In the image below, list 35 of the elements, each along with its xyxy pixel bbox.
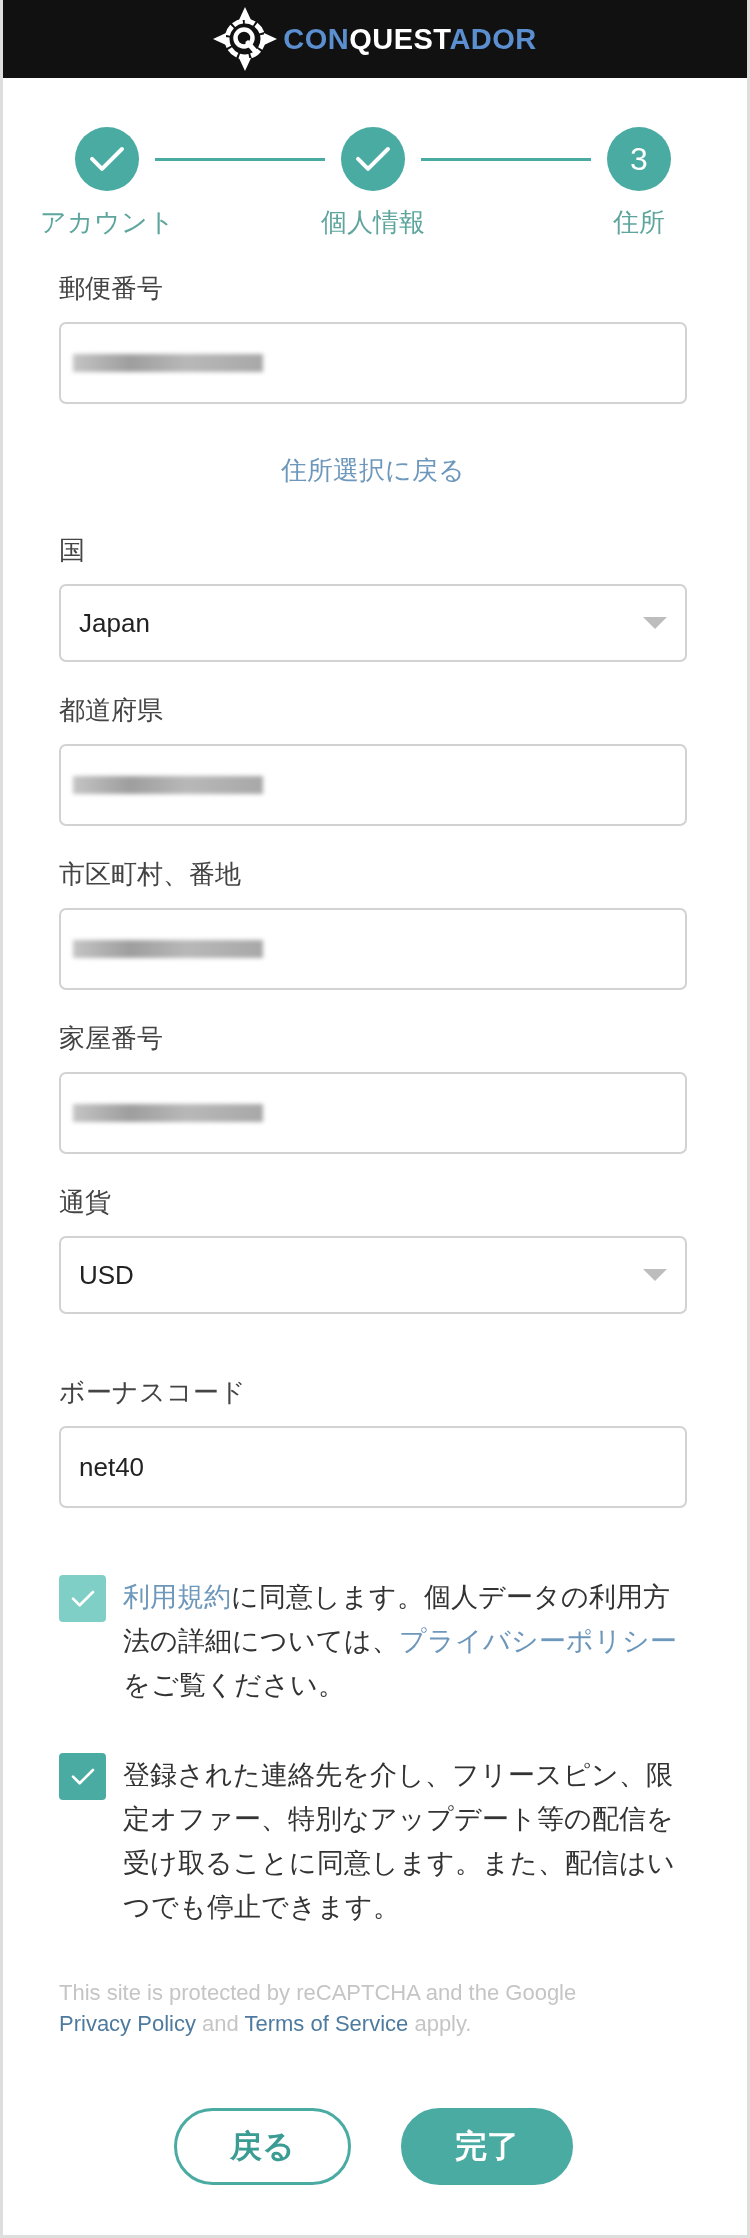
text-field[interactable] (59, 744, 687, 826)
check-icon (355, 146, 391, 172)
step-label: アカウント (38, 206, 176, 239)
check-icon (89, 146, 125, 172)
logo-text: CONQUESTADOR (283, 22, 537, 56)
recaptcha-notice: This site is protected by reCAPTCHA and the Google Privacy Policy and Terms of Service apply. (59, 1979, 578, 2038)
text-field[interactable] (59, 1072, 687, 1154)
back-to-address-link[interactable]: 住所選択に戻る (281, 452, 465, 488)
inline-link[interactable]: Terms of Service (244, 2011, 409, 2036)
consent-text: 登録された連絡先を介し、フリースピン、限定オファー、特別なアップデート等の配信を受け取ることに同意します。また、配信はいつでも停止できます。 (123, 1759, 676, 1924)
select-field[interactable]: Japan (59, 584, 687, 662)
text-field[interactable] (59, 322, 687, 404)
field-label: 市区町村、番地 (59, 858, 242, 891)
field-label: 通貨 (59, 1186, 112, 1219)
consent-text: 利用規約に同意します。個人データの利用方法の詳細については、プライバシーポリシー をご覧ください。 (123, 1581, 678, 1702)
field-label: 都道府県 (59, 694, 164, 727)
text-field[interactable]: net40 (59, 1426, 687, 1508)
finish-button[interactable]: 完了 (400, 2108, 573, 2185)
checkbox[interactable] (59, 1753, 106, 1800)
step-label: 個人情報 (320, 206, 426, 239)
field-label: 家屋番号 (59, 1022, 164, 1055)
caret-icon (643, 617, 667, 629)
select-field[interactable]: USD (59, 1236, 687, 1314)
check-icon (70, 1767, 95, 1786)
field-label: 国 (59, 534, 86, 567)
caret-icon (643, 1269, 667, 1281)
field-label: 郵便番号 (59, 272, 164, 305)
step-label: 住所 (612, 206, 666, 239)
inline-link[interactable]: Privacy Policy (59, 2011, 196, 2036)
compass-logo-icon (213, 7, 278, 71)
step-circle: 3 (607, 127, 671, 191)
text-field[interactable] (59, 908, 687, 990)
back-button[interactable]: 戻る (173, 2108, 351, 2185)
field-label: ボーナスコード (59, 1376, 247, 1409)
check-icon (70, 1589, 95, 1608)
